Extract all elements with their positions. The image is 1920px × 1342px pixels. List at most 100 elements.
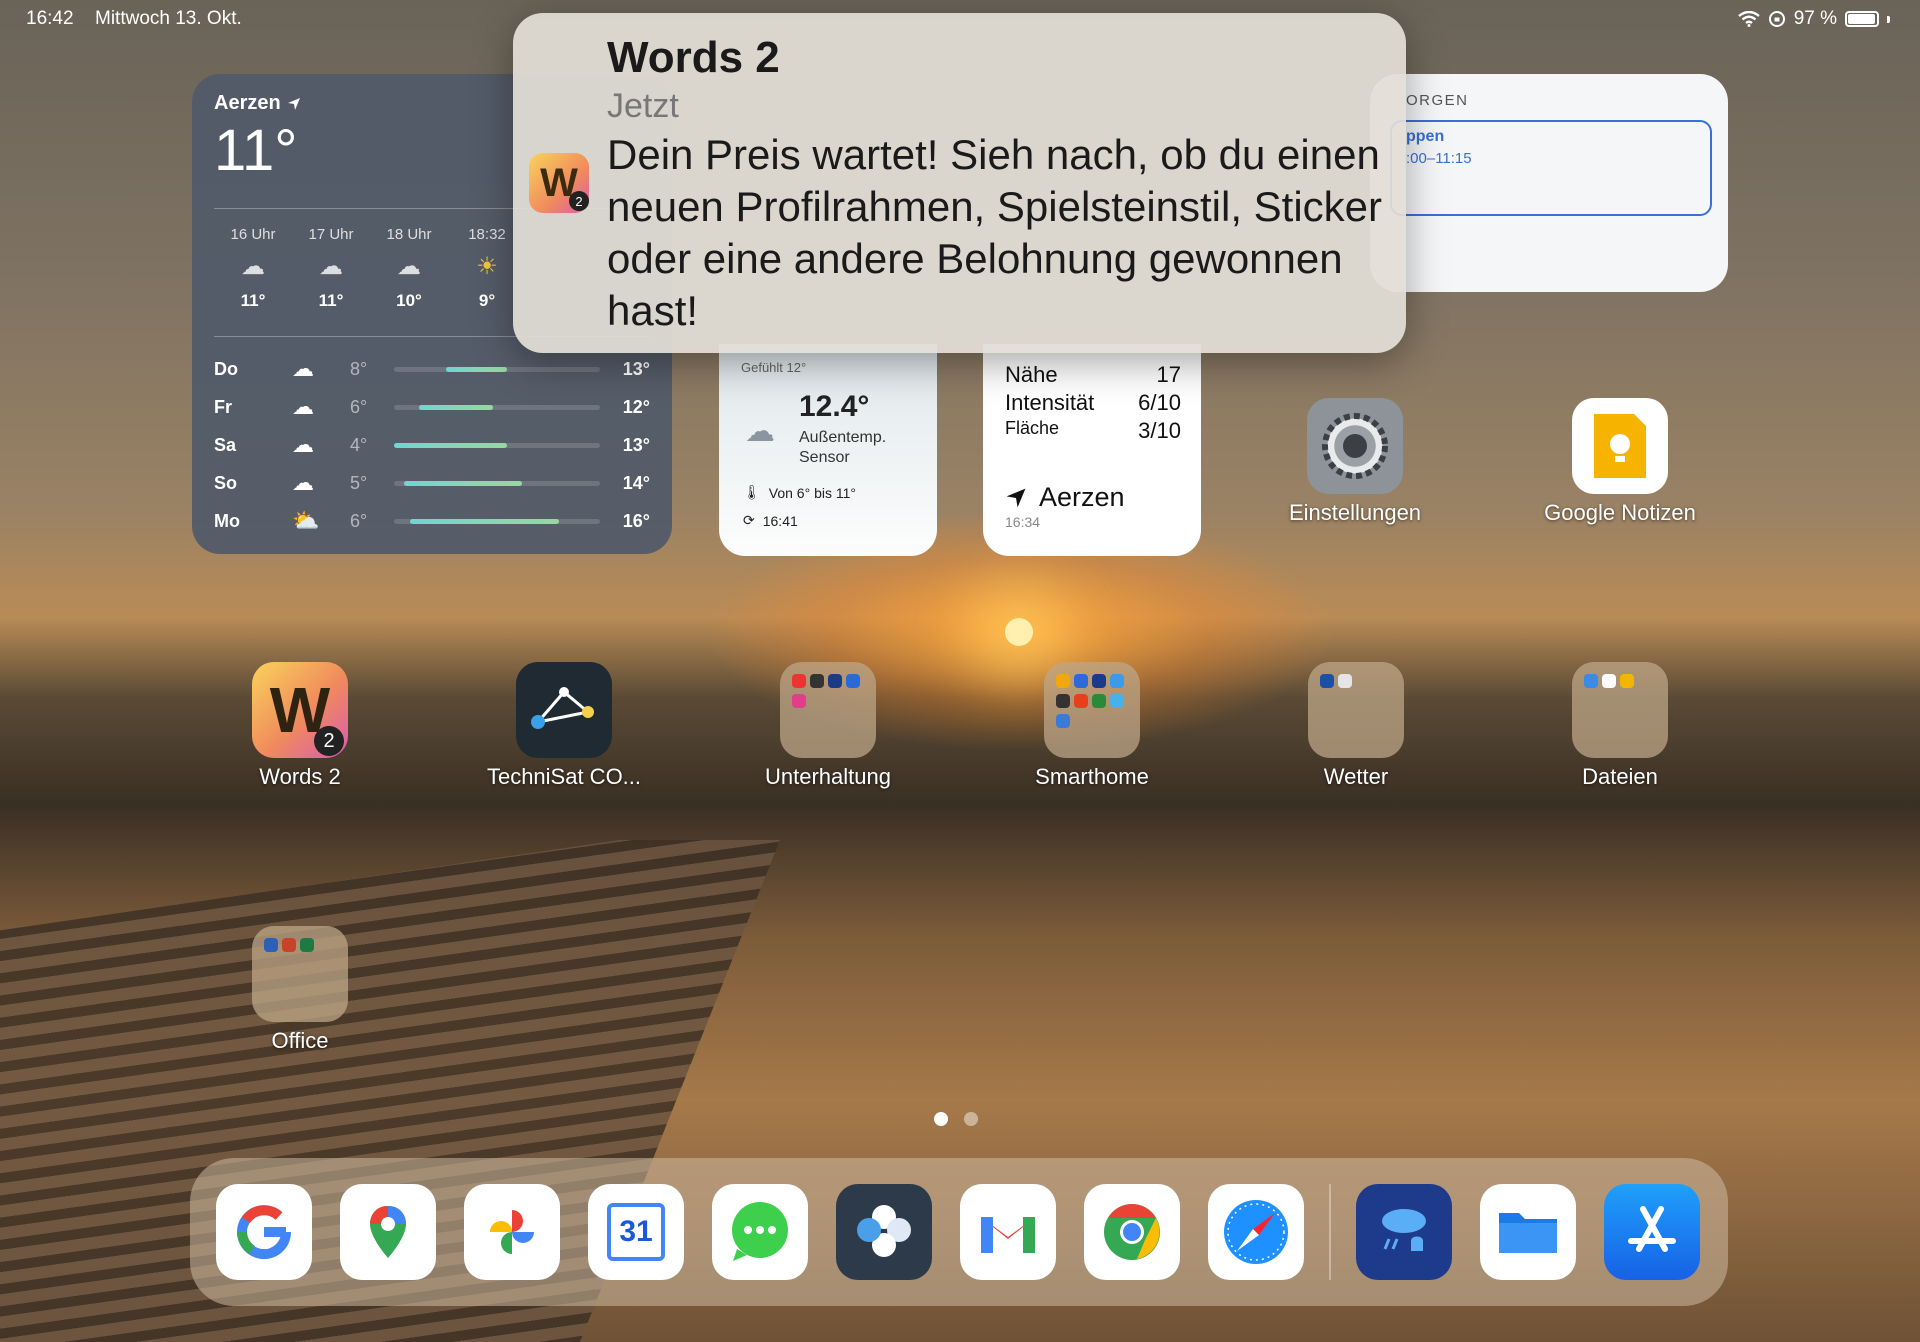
notification-badge: 2 (569, 191, 589, 211)
app-mini-icon (1056, 674, 1070, 688)
page-dot[interactable] (964, 1112, 978, 1126)
app-mini-icon (810, 674, 824, 688)
folder-office[interactable]: Office (220, 926, 380, 1054)
gmail-icon[interactable] (960, 1184, 1056, 1280)
refresh-icon: ⟳ (743, 512, 755, 528)
safari-icon[interactable] (1208, 1184, 1304, 1280)
chrome-logo-icon (1104, 1204, 1160, 1260)
sensor-updated-row: ⟳ 16:41 (743, 512, 798, 529)
folder-blue-icon (1499, 1213, 1557, 1253)
app-mini-icon (1620, 674, 1634, 688)
flower-icon (857, 1205, 911, 1257)
google-calendar-icon[interactable]: 31 (588, 1184, 684, 1280)
weather-hour: 16 Uhr ☁ 11° (214, 226, 292, 311)
app-words-2[interactable]: W 2 Words 2 (220, 662, 380, 790)
settings-gear-icon (1307, 398, 1403, 494)
location-arrow-icon (1006, 488, 1026, 507)
pollen-label: Fläche (1005, 418, 1060, 438)
calendar-event[interactable]: ppen :00–11:15 (1390, 120, 1712, 216)
day-high: 13° (622, 358, 650, 379)
tv-mini-icon (792, 694, 806, 708)
notification-body: Dein Preis wartet! Sieh nach, ob du eine… (607, 131, 1383, 334)
google-photos-icon[interactable] (464, 1184, 560, 1280)
temp-range-bar (394, 442, 600, 448)
app-mini-icon (1056, 694, 1070, 708)
sensor-range: Von 6° bis 11° (768, 484, 857, 501)
sensor-felt-temp: Gefühlt 12° (741, 360, 807, 375)
pollen-value: 6/10 (1138, 390, 1181, 415)
notification-time: Jetzt (607, 87, 679, 125)
folder-smarthome[interactable]: Smarthome (1012, 662, 1172, 790)
sensor-temp: 12.4° (799, 390, 870, 423)
location-arrow-icon (287, 97, 300, 110)
chrome-icon[interactable] (1084, 1184, 1180, 1280)
weather-hour: 18 Uhr ☁ 10° (370, 226, 448, 311)
weather-hour: 17 Uhr ☁ 11° (292, 226, 370, 311)
cloud-icon: ☁ (292, 432, 314, 457)
partly-sunny-icon: ⛅ (292, 508, 320, 533)
folder-dateien[interactable]: Dateien (1540, 662, 1700, 790)
weather-hourly: 16 Uhr ☁ 11° 17 Uhr ☁ 11° 18 Uhr ☁ 10° 18:32 ☀ 9… (214, 226, 526, 311)
google-maps-icon[interactable] (340, 1184, 436, 1280)
day-high: 13° (622, 434, 650, 455)
day-low: 6° (350, 396, 368, 417)
app-label: Unterhaltung (765, 764, 891, 789)
pollen-row: Intensität 6/10 (1005, 390, 1181, 416)
event-title: ppen (1406, 128, 1445, 145)
app-mini-icon (1110, 674, 1124, 688)
day-low: 6° (350, 510, 368, 531)
calendar-header: ORGEN (1406, 92, 1469, 109)
pollen-label: Intensität (1005, 390, 1095, 415)
google-g-icon (237, 1205, 292, 1260)
youtube-mini-icon (792, 674, 806, 688)
files-mini-icon (1584, 674, 1598, 688)
app-technisat[interactable]: TechniSat CO... (484, 662, 644, 790)
sensor-widget[interactable]: Gefühlt 12° ☁ 12.4° Außentemp. Sensor 🌡 Vo… (719, 344, 937, 556)
files-icon[interactable] (1480, 1184, 1576, 1280)
weather-day-row: Mo ⛅ 6° 16° (214, 502, 650, 540)
app-mini-icon (828, 674, 842, 688)
folder-wetter[interactable]: Wetter (1276, 662, 1436, 790)
mail-icon (981, 1217, 1035, 1253)
notification-banner[interactable]: W 2 Words 2 Jetzt Dein Preis wartet! Sie… (513, 13, 1406, 353)
app-store-a-icon (1628, 1206, 1676, 1252)
temp-range-bar (394, 366, 600, 372)
lightbulb-icon (1594, 414, 1646, 478)
folder-icon (252, 926, 348, 1022)
day-low: 4° (350, 434, 368, 455)
shot-app-icon[interactable] (836, 1184, 932, 1280)
page-dot-active[interactable] (934, 1112, 948, 1126)
pollen-value: 3/10 (1138, 418, 1181, 443)
gear-icon (1322, 413, 1388, 479)
day-name: Sa (214, 434, 237, 455)
weather-day-row: Fr ☁ 6° 12° (214, 388, 650, 426)
app-label: Smarthome (1035, 764, 1149, 789)
google-app-icon[interactable] (216, 1184, 312, 1280)
rain-alarm-icon[interactable] (1356, 1184, 1452, 1280)
messages-icon[interactable] (712, 1184, 808, 1280)
pollen-label: Nähe (1005, 362, 1058, 387)
status-date: Mittwoch 13. Okt. (95, 8, 242, 29)
temp-range-bar (394, 480, 600, 486)
dock-separator (1329, 1184, 1331, 1280)
day-high: 14° (622, 472, 650, 493)
hour-label: 18 Uhr (386, 226, 432, 243)
sensor-label: Außentemp. Sensor (799, 428, 886, 468)
compass-icon (1224, 1200, 1288, 1264)
folder-icon (1044, 662, 1140, 758)
app-einstellungen[interactable]: Einstellungen (1275, 398, 1435, 526)
app-mini-icon (1338, 674, 1352, 688)
page-indicator[interactable] (934, 1112, 978, 1126)
pollen-widget[interactable]: Nähe 17 Intensität 6/10 Fläche 3/10 Aerzen … (983, 344, 1201, 556)
rain-bell-icon (1382, 1209, 1426, 1251)
calendar-widget[interactable]: ORGEN ppen :00–11:15 (1370, 74, 1728, 292)
pollen-location: Aerzen (1039, 482, 1125, 512)
calendar-day: 31 (607, 1203, 665, 1261)
app-store-icon[interactable] (1604, 1184, 1700, 1280)
folder-unterhaltung[interactable]: Unterhaltung (748, 662, 908, 790)
status-time: 16:42 (26, 8, 74, 29)
app-google-notizen[interactable]: Google Notizen (1540, 398, 1700, 526)
home-mini-icon (1074, 694, 1088, 708)
temp-range-bar (394, 518, 600, 524)
rain-cloud-icon: ☁ (292, 356, 314, 381)
